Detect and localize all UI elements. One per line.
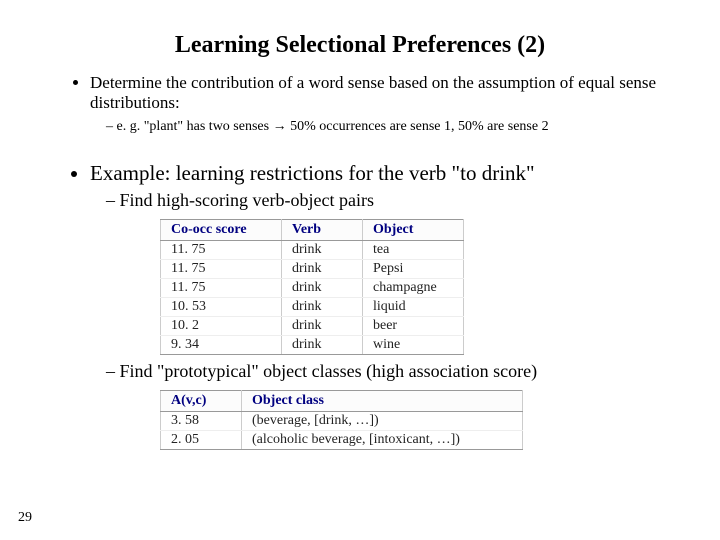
table-row: 11. 75 drink tea — [161, 241, 464, 260]
bullet-1-text: Determine the contribution of a word sen… — [90, 73, 656, 112]
table-row: 9. 34 drink wine — [161, 336, 464, 355]
table-row: 10. 2 drink beer — [161, 317, 464, 336]
t1-h2: Verb — [282, 220, 363, 241]
bullet-list: Determine the contribution of a word sen… — [40, 73, 680, 450]
association-table: A(v,c) Object class 3. 58 (beverage, [dr… — [160, 390, 523, 450]
sub2a-text: Find high-scoring verb-object pairs — [120, 190, 374, 210]
cooccurrence-table: Co-occ score Verb Object 11. 75 drink te… — [160, 219, 464, 355]
t1-h3: Object — [363, 220, 464, 241]
bullet-1: Determine the contribution of a word sen… — [90, 73, 680, 135]
slide-title: Learning Selectional Preferences (2) — [40, 32, 680, 59]
table-row: 11. 75 drink champagne — [161, 279, 464, 298]
sub-bullet-2b: Find "prototypical" object classes (high… — [120, 361, 680, 382]
table-row: 11. 75 drink Pepsi — [161, 260, 464, 279]
sub1-suffix: 50% occurrences are sense 1, 50% are sen… — [287, 119, 549, 134]
sub-list-1: e. g. "plant" has two senses → 50% occur… — [90, 117, 680, 135]
slide-content: Learning Selectional Preferences (2) Det… — [0, 0, 720, 480]
sub-bullet-1: e. g. "plant" has two senses → 50% occur… — [120, 117, 680, 135]
table-row: 3. 58 (beverage, [drink, …]) — [161, 412, 523, 431]
bullet-2: Example: learning restrictions for the v… — [90, 161, 680, 450]
table-row: 2. 05 (alcoholic beverage, [intoxicant, … — [161, 431, 523, 450]
sub-list-2: Find high-scoring verb-object pairs — [90, 190, 680, 211]
sub1-prefix: e. g. "plant" has two senses — [117, 119, 273, 134]
t2-h1: A(v,c) — [161, 391, 242, 412]
bullet-2-text: Example: learning restrictions for the v… — [90, 161, 535, 185]
sub-list-2b: Find "prototypical" object classes (high… — [90, 361, 680, 382]
sub-bullet-2a: Find high-scoring verb-object pairs — [120, 190, 680, 211]
arrow-icon: → — [273, 117, 287, 133]
t1-h1: Co-occ score — [161, 220, 282, 241]
t2-h2: Object class — [242, 391, 523, 412]
table-row: 10. 53 drink liquid — [161, 298, 464, 317]
page-number: 29 — [18, 510, 32, 526]
sub2b-text: Find "prototypical" object classes (high… — [120, 361, 538, 381]
